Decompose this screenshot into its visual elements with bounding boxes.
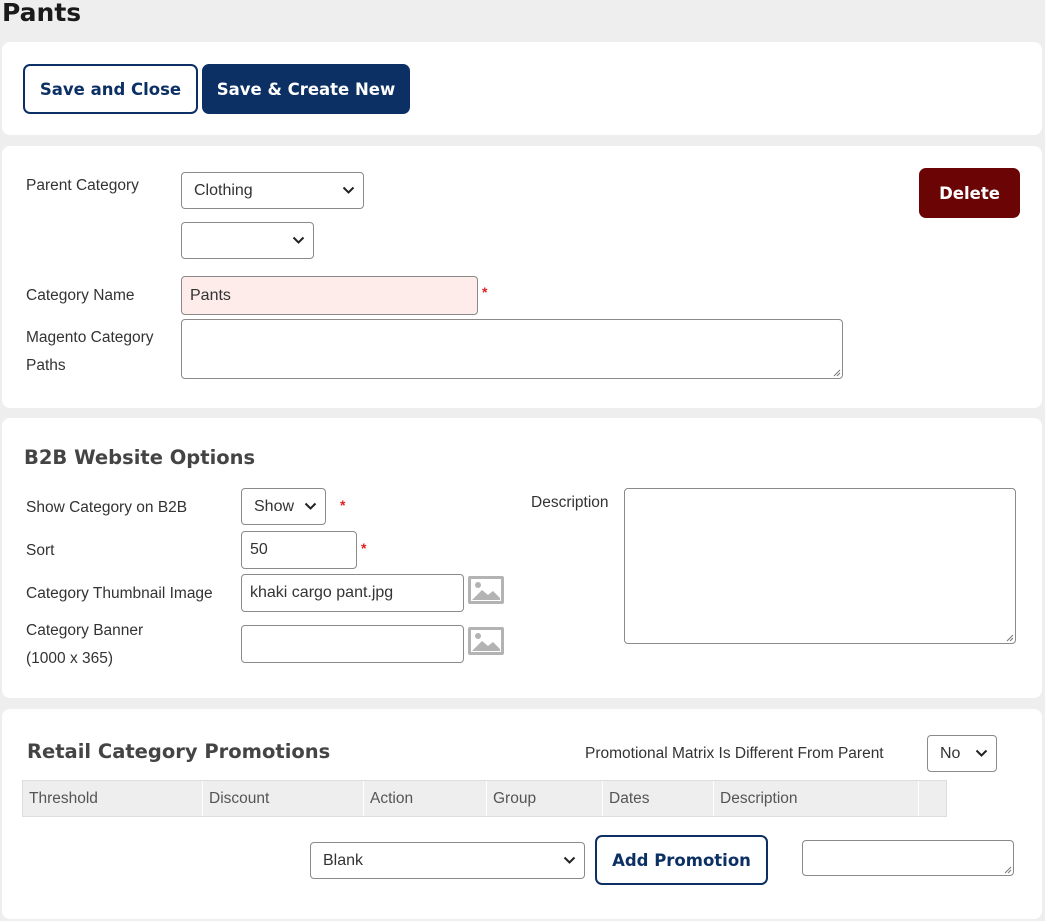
save-and-create-new-button[interactable]: Save & Create New: [202, 64, 410, 114]
promotions-section-title: Retail Category Promotions: [27, 740, 331, 763]
chevron-down-icon: [304, 502, 317, 510]
required-indicator: *: [361, 540, 367, 556]
promotions-table-header: Threshold Discount Action Group Dates De…: [22, 780, 947, 817]
page-title: Pants: [2, 0, 82, 27]
column-header-group: Group: [487, 781, 603, 816]
thumbnail-input[interactable]: khaki cargo pant.jpg: [241, 574, 464, 612]
banner-label-line2: (1000 x 365): [26, 650, 114, 667]
show-category-label: Show Category on B2B: [26, 499, 188, 516]
promotion-type-value: Blank: [323, 851, 364, 869]
add-promotion-button[interactable]: Add Promotion: [595, 835, 768, 885]
show-category-select[interactable]: Show: [241, 488, 326, 525]
column-header-threshold: Threshold: [23, 781, 203, 816]
required-indicator: *: [340, 497, 346, 513]
chevron-down-icon: [563, 856, 576, 864]
matrix-value: No: [940, 744, 961, 762]
matrix-select[interactable]: No: [927, 735, 997, 772]
parent-category-value: Clothing: [194, 181, 253, 199]
resize-grip-icon[interactable]: [1002, 864, 1012, 874]
magento-paths-textarea[interactable]: [181, 319, 843, 379]
magento-paths-label-line1: Magento Category: [26, 329, 154, 346]
column-header-discount: Discount: [203, 781, 364, 816]
category-name-label: Category Name: [26, 287, 135, 304]
thumbnail-label: Category Thumbnail Image: [26, 585, 213, 602]
parent-subcategory-select[interactable]: [181, 222, 314, 259]
promotion-type-select[interactable]: Blank: [310, 842, 585, 879]
parent-category-select[interactable]: Clothing: [181, 172, 364, 209]
column-header-dates: Dates: [603, 781, 714, 816]
sort-input[interactable]: 50: [241, 531, 357, 569]
banner-label-line1: Category Banner: [26, 622, 144, 639]
chevron-down-icon: [975, 749, 988, 757]
resize-grip-icon[interactable]: [831, 367, 841, 377]
banner-input[interactable]: [241, 625, 464, 663]
chevron-down-icon: [342, 186, 355, 194]
image-icon[interactable]: [468, 627, 504, 655]
column-header-description: Description: [714, 781, 919, 816]
category-name-input[interactable]: Pants: [181, 276, 478, 315]
promotion-note-textarea[interactable]: [802, 840, 1014, 876]
image-icon[interactable]: [468, 576, 504, 604]
parent-category-label: Parent Category: [26, 177, 139, 194]
resize-grip-icon[interactable]: [1004, 632, 1014, 642]
sort-label: Sort: [26, 542, 55, 559]
delete-button[interactable]: Delete: [919, 168, 1020, 218]
b2b-section-title: B2B Website Options: [24, 446, 256, 469]
description-textarea[interactable]: [624, 488, 1016, 644]
required-indicator: *: [482, 284, 488, 300]
chevron-down-icon: [292, 236, 305, 244]
matrix-label: Promotional Matrix Is Different From Par…: [585, 745, 884, 762]
magento-paths-label-line2: Paths: [26, 357, 66, 374]
show-category-value: Show: [254, 497, 295, 515]
save-and-close-button[interactable]: Save and Close: [23, 64, 198, 114]
description-label: Description: [531, 494, 609, 511]
column-header-action: Action: [364, 781, 487, 816]
